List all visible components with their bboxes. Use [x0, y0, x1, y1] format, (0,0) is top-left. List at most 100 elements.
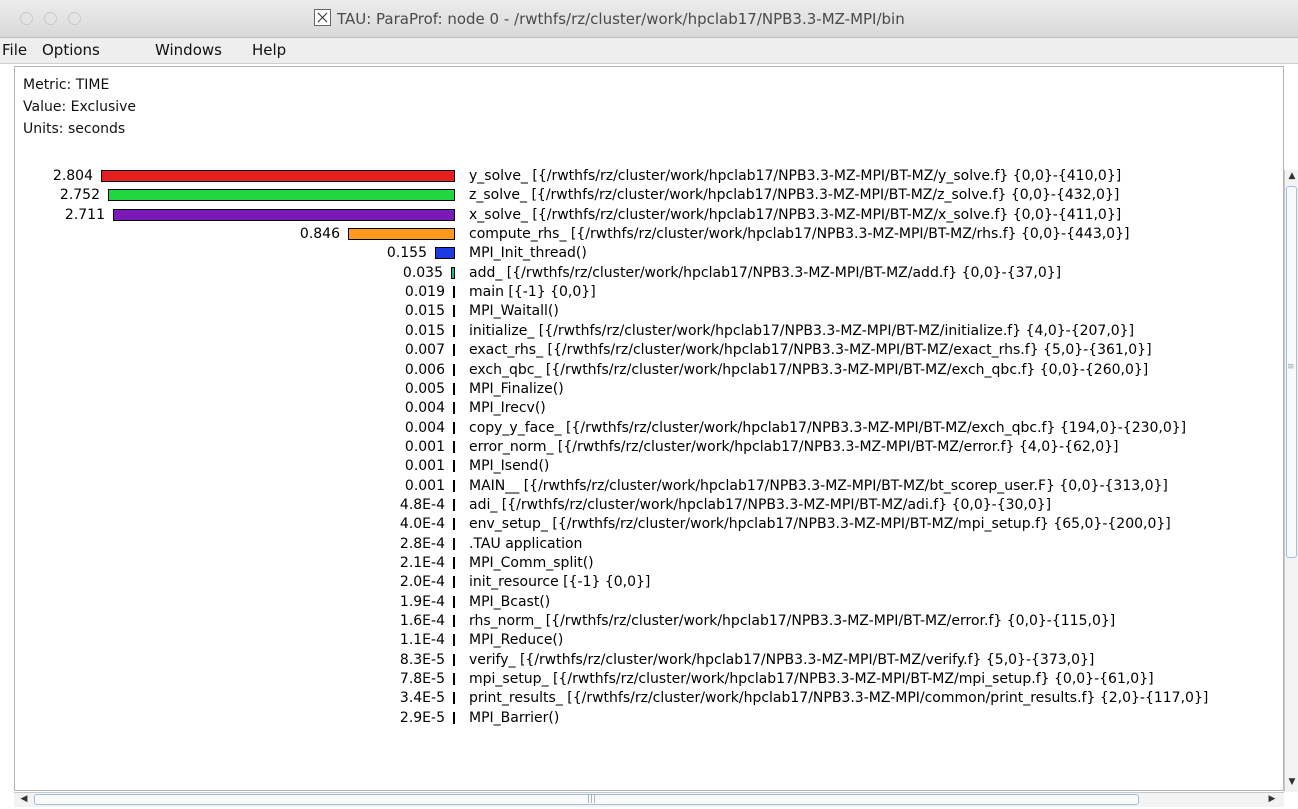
function-label[interactable]: MPI_Waitall() — [469, 302, 559, 321]
function-row[interactable]: 2.1E-4 MPI_Comm_split() — [15, 554, 1283, 573]
function-row[interactable]: 0.005 MPI_Finalize() — [15, 380, 1283, 399]
function-bar[interactable] — [453, 557, 455, 569]
function-row[interactable]: 0.006 exch_qbc_ [{/rwthfs/rz/cluster/work… — [15, 361, 1283, 380]
scroll-left-icon[interactable]: ◀ — [18, 794, 30, 804]
function-bar[interactable] — [453, 692, 455, 705]
function-row[interactable]: 4.8E-4 adi_ [{/rwthfs/rz/cluster/work/hpc… — [15, 496, 1283, 515]
function-row[interactable]: 2.711 x_solve_ [{/rwthfs/rz/cluster/work/… — [15, 206, 1283, 225]
function-label[interactable]: compute_rhs_ [{/rwthfs/rz/cluster/work/h… — [469, 225, 1129, 244]
function-row[interactable]: 2.8E-4 .TAU application — [15, 535, 1283, 554]
function-bar[interactable] — [453, 382, 455, 395]
function-label[interactable]: main [{-1} {0,0}] — [469, 283, 596, 302]
function-row[interactable]: 2.804 y_solve_ [{/rwthfs/rz/cluster/work/… — [15, 167, 1283, 186]
function-bar[interactable] — [451, 266, 455, 279]
function-row[interactable]: 1.1E-4 MPI_Reduce() — [15, 631, 1283, 650]
function-row[interactable]: 1.9E-4 MPI_Bcast() — [15, 593, 1283, 612]
function-label[interactable]: MPI_Barrier() — [469, 709, 559, 728]
function-bar[interactable] — [453, 460, 455, 473]
function-label[interactable]: y_solve_ [{/rwthfs/rz/cluster/work/hpcla… — [469, 167, 1121, 186]
function-label[interactable]: MPI_Irecv() — [469, 399, 546, 418]
function-row[interactable]: 7.8E-5 mpi_setup_ [{/rwthfs/rz/cluster/wo… — [15, 670, 1283, 689]
function-label[interactable]: MPI_Reduce() — [469, 631, 563, 650]
function-bar[interactable] — [453, 440, 455, 453]
function-label[interactable]: MAIN__ [{/rwthfs/rz/cluster/work/hpclab1… — [469, 477, 1168, 496]
function-label[interactable]: add_ [{/rwthfs/rz/cluster/work/hpclab17/… — [469, 264, 1061, 283]
function-bar[interactable] — [453, 479, 455, 492]
function-row[interactable]: 0.019 main [{-1} {0,0}] — [15, 283, 1283, 302]
function-row[interactable]: 8.3E-5 verify_ [{/rwthfs/rz/cluster/work/… — [15, 651, 1283, 670]
function-row[interactable]: 0.007 exact_rhs_ [{/rwthfs/rz/cluster/wor… — [15, 341, 1283, 360]
function-bar[interactable] — [453, 518, 455, 531]
function-label[interactable]: print_results_ [{/rwthfs/rz/cluster/work… — [469, 689, 1208, 708]
minimize-window-button[interactable] — [44, 12, 57, 25]
function-bar[interactable] — [101, 170, 455, 182]
function-bar[interactable] — [348, 228, 455, 241]
function-label[interactable]: initialize_ [{/rwthfs/rz/cluster/work/hp… — [469, 322, 1134, 341]
scroll-right-icon[interactable]: ▶ — [1266, 794, 1278, 804]
function-label[interactable]: MPI_Comm_split() — [469, 554, 594, 573]
function-label[interactable]: adi_ [{/rwthfs/rz/cluster/work/hpclab17/… — [469, 496, 1051, 515]
function-label[interactable]: .TAU application — [469, 535, 582, 554]
function-row[interactable]: 2.0E-4 init_resource [{-1} {0,0}] — [15, 573, 1283, 592]
function-label[interactable]: env_setup_ [{/rwthfs/rz/cluster/work/hpc… — [469, 515, 1171, 534]
function-label[interactable]: MPI_Bcast() — [469, 593, 550, 612]
function-bar[interactable] — [453, 363, 455, 376]
function-label[interactable]: exact_rhs_ [{/rwthfs/rz/cluster/work/hpc… — [469, 341, 1152, 360]
menu-help[interactable]: Help — [252, 41, 286, 59]
function-row[interactable]: 1.6E-4 rhs_norm_ [{/rwthfs/rz/cluster/wor… — [15, 612, 1283, 631]
function-row[interactable]: 0.155 MPI_Init_thread() — [15, 244, 1283, 263]
function-bar[interactable] — [453, 402, 455, 415]
function-label[interactable]: verify_ [{/rwthfs/rz/cluster/work/hpclab… — [469, 651, 1094, 670]
function-bar[interactable] — [453, 537, 455, 550]
vertical-scroll-thumb[interactable] — [1286, 186, 1297, 558]
function-label[interactable]: rhs_norm_ [{/rwthfs/rz/cluster/work/hpcl… — [469, 612, 1115, 631]
function-bar[interactable] — [453, 344, 455, 357]
scroll-up-icon[interactable]: ▲ — [1286, 171, 1298, 181]
function-bar[interactable] — [453, 673, 455, 686]
function-bar[interactable] — [453, 498, 455, 511]
function-row[interactable]: 0.035 add_ [{/rwthfs/rz/cluster/work/hpcl… — [15, 264, 1283, 283]
close-window-button[interactable] — [20, 12, 33, 25]
menu-windows[interactable]: Windows — [155, 41, 222, 59]
function-row[interactable]: 0.001 MAIN__ [{/rwthfs/rz/cluster/work/hp… — [15, 477, 1283, 496]
function-bar[interactable] — [453, 324, 455, 337]
function-row[interactable]: 3.4E-5 print_results_ [{/rwthfs/rz/cluste… — [15, 689, 1283, 708]
function-label[interactable]: MPI_Finalize() — [469, 380, 564, 399]
menu-file[interactable]: File — [2, 41, 27, 59]
horizontal-scrollbar[interactable]: ◀ ||| ▶ — [14, 792, 1284, 807]
function-bar[interactable] — [113, 208, 455, 221]
menu-options[interactable]: Options — [42, 41, 100, 59]
function-label[interactable]: x_solve_ [{/rwthfs/rz/cluster/work/hpcla… — [469, 206, 1121, 225]
function-row[interactable]: 0.001 MPI_Isend() — [15, 457, 1283, 476]
function-label[interactable]: exch_qbc_ [{/rwthfs/rz/cluster/work/hpcl… — [469, 361, 1148, 380]
function-row[interactable]: 0.004 MPI_Irecv() — [15, 399, 1283, 418]
function-bar[interactable] — [453, 634, 455, 647]
vertical-scrollbar[interactable]: ▲ ≡ ▼ — [1284, 170, 1298, 792]
function-bar[interactable] — [453, 711, 455, 724]
function-bar[interactable] — [453, 421, 455, 434]
function-row[interactable]: 0.015 MPI_Waitall() — [15, 302, 1283, 321]
zoom-window-button[interactable] — [68, 12, 81, 25]
function-bar[interactable] — [453, 653, 455, 666]
function-bar[interactable] — [453, 576, 455, 589]
function-bar[interactable] — [453, 615, 455, 628]
function-row[interactable]: 0.015 initialize_ [{/rwthfs/rz/cluster/wo… — [15, 322, 1283, 341]
scroll-down-icon[interactable]: ▼ — [1286, 777, 1298, 787]
function-bar[interactable] — [435, 247, 455, 260]
function-label[interactable]: copy_y_face_ [{/rwthfs/rz/cluster/work/h… — [469, 419, 1186, 438]
function-label[interactable]: MPI_Init_thread() — [469, 244, 587, 263]
function-bar[interactable] — [453, 286, 455, 299]
function-row[interactable]: 0.846 compute_rhs_ [{/rwthfs/rz/cluster/w… — [15, 225, 1283, 244]
function-label[interactable]: z_solve_ [{/rwthfs/rz/cluster/work/hpcla… — [469, 186, 1119, 205]
function-row[interactable]: 0.004 copy_y_face_ [{/rwthfs/rz/cluster/w… — [15, 419, 1283, 438]
function-label[interactable]: mpi_setup_ [{/rwthfs/rz/cluster/work/hpc… — [469, 670, 1154, 689]
function-bar[interactable] — [108, 189, 455, 202]
function-bar[interactable] — [453, 305, 455, 318]
function-row[interactable]: 4.0E-4 env_setup_ [{/rwthfs/rz/cluster/wo… — [15, 515, 1283, 534]
function-row[interactable]: 2.752 z_solve_ [{/rwthfs/rz/cluster/work/… — [15, 186, 1283, 205]
function-label[interactable]: error_norm_ [{/rwthfs/rz/cluster/work/hp… — [469, 438, 1119, 457]
function-bar[interactable] — [453, 595, 455, 608]
function-label[interactable]: MPI_Isend() — [469, 457, 549, 476]
function-row[interactable]: 0.001 error_norm_ [{/rwthfs/rz/cluster/wo… — [15, 438, 1283, 457]
function-row[interactable]: 2.9E-5 MPI_Barrier() — [15, 709, 1283, 728]
